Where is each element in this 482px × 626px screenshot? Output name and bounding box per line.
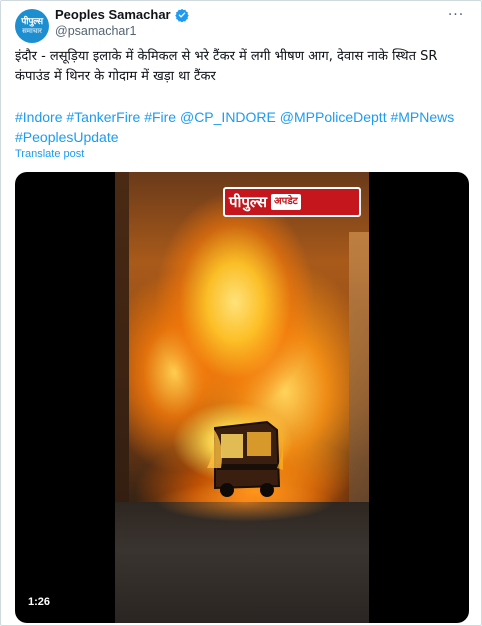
video-duration: 1:26: [28, 596, 51, 608]
frame-wall-right: [349, 232, 369, 512]
hashtag-link[interactable]: #Indore: [15, 109, 62, 125]
avatar-text-line2: समाचार: [22, 27, 42, 35]
hashtag-link[interactable]: #MPNews: [390, 109, 454, 125]
author-name-row: Peoples Samachar: [55, 7, 189, 22]
tweet-text: इंदौर - लसूड़िया इलाके में केमिकल से भरे…: [15, 49, 438, 84]
hashtag-list: #Indore #TankerFire #Fire @CP_INDORE @MP…: [15, 107, 471, 147]
verified-badge-icon: [174, 8, 189, 22]
logo-main-text: पीपुल्स: [229, 193, 268, 211]
hashtag-link[interactable]: #TankerFire: [66, 109, 140, 125]
video-player[interactable]: पीपुल्स अपडेट 1:26: [15, 172, 469, 623]
mention-link[interactable]: @MPPoliceDeptt: [280, 109, 387, 125]
avatar[interactable]: पीपुल्स समाचार: [15, 9, 49, 43]
video-frame: पीपुल्स अपडेट: [115, 172, 369, 623]
mention-link[interactable]: @CP_INDORE: [180, 109, 276, 125]
translate-post-link[interactable]: Translate post: [15, 148, 84, 160]
more-options-button[interactable]: ···: [445, 5, 467, 25]
more-dots-icon: ···: [447, 7, 465, 23]
channel-logo-watermark: पीपुल्स अपडेट: [223, 187, 361, 217]
user-handle[interactable]: @psamachar1: [55, 24, 136, 38]
hashtag-link[interactable]: #PeoplesUpdate: [15, 129, 119, 145]
tweet-card: पीपुल्स समाचार Peoples Samachar @psamach…: [0, 0, 482, 626]
logo-sub-text: अपडेट: [271, 194, 301, 210]
burning-tanker-icon: [207, 420, 283, 497]
avatar-text-line1: पीपुल्स: [21, 17, 43, 27]
display-name[interactable]: Peoples Samachar: [55, 7, 171, 22]
hashtag-link[interactable]: #Fire: [144, 109, 176, 125]
